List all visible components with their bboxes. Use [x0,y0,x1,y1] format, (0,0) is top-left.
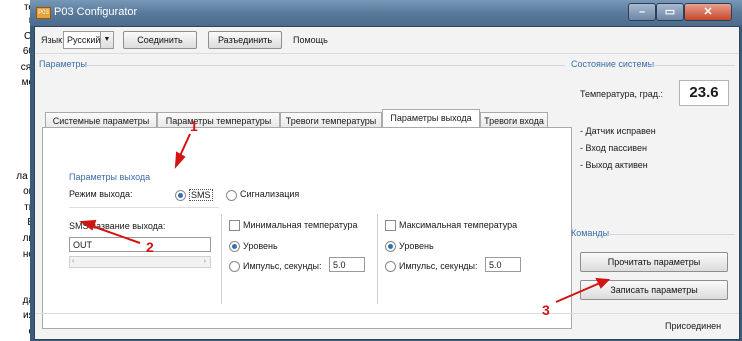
annotation-label-2: 2 [146,239,154,255]
annotation-label-1: 1 [190,118,198,134]
annotation-arrow-2 [91,225,141,244]
annotation-arrowhead-1 [174,151,186,169]
annotation-arrowhead-2 [79,219,97,231]
annotation-arrowhead-3 [595,277,611,289]
annotation-overlay [79,133,611,303]
annotation-arrow-3 [555,282,601,303]
annotation-label-3: 3 [542,302,550,318]
